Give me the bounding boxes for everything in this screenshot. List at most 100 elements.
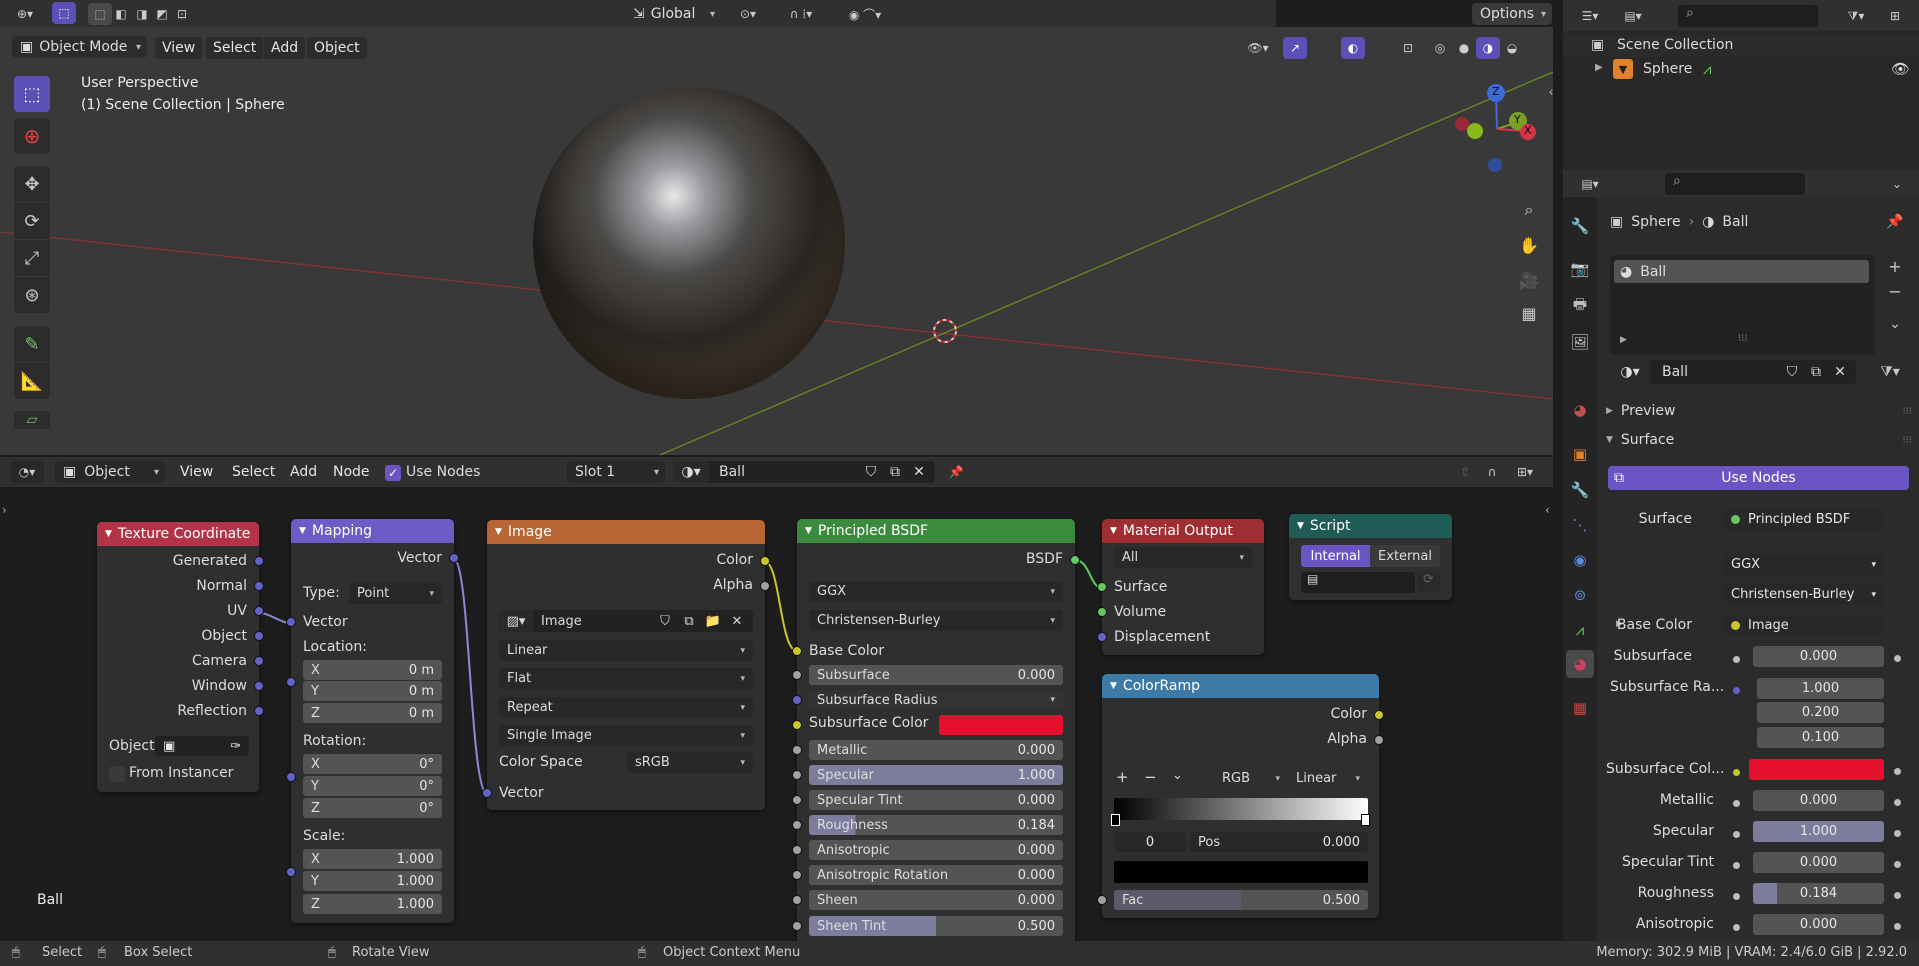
use-nodes-button[interactable]: ⧉ Use Nodes [1608, 466, 1909, 490]
socket[interactable] [792, 921, 802, 931]
annotate-tool-icon[interactable]: ✎ [14, 326, 50, 362]
keyframe-dot[interactable] [1894, 768, 1901, 775]
ramp-stop-black[interactable] [1111, 814, 1120, 826]
editor-type-button[interactable]: ⊕▾ [8, 3, 42, 25]
material-slot-item[interactable]: ◕ Ball [1614, 260, 1869, 283]
script-external-button[interactable]: External [1370, 545, 1440, 567]
socket[interactable] [286, 617, 296, 627]
rotation-x-field[interactable]: X 0° [303, 754, 442, 774]
scale-y-field[interactable]: Y 1.000 [303, 871, 442, 891]
colorramp-node[interactable]: ▼ ColorRamp Color Alpha + − ⌄ RGB ▾ Linear… [1097, 674, 1384, 918]
mapping-type-dropdown[interactable]: Point ▾ [349, 583, 442, 604]
shader-type-dropdown[interactable]: ▣ Object ▾ [55, 461, 165, 483]
render-tab-icon[interactable]: 📷 [1566, 255, 1594, 283]
unlink-icon[interactable]: ✕ [1828, 364, 1852, 380]
socket[interactable] [760, 556, 770, 566]
socket[interactable] [792, 770, 802, 780]
script-text-field[interactable]: ▤ [1301, 572, 1415, 593]
node-menu-node[interactable]: Node [326, 461, 377, 483]
socket[interactable] [792, 646, 802, 656]
outliner-row-sphere[interactable]: ▶ ▼ Sphere ⩘ 👁 [1563, 59, 1919, 81]
metallic-input[interactable]: Metallic 0.000 [809, 740, 1063, 760]
mapping-header[interactable]: ▼ Mapping [291, 519, 454, 543]
ramp-stop-color[interactable] [1114, 861, 1368, 883]
measure-tool-icon[interactable]: 📐 [14, 363, 50, 399]
socket[interactable] [792, 795, 802, 805]
socket[interactable] [792, 845, 802, 855]
subsurface-color-socket[interactable] [1733, 769, 1740, 776]
subsurface-socket[interactable] [1733, 656, 1740, 663]
image-header[interactable]: ▼ Image [487, 520, 765, 544]
output-header[interactable]: ▼ Material Output [1102, 519, 1264, 543]
material-name-field[interactable]: Ball [1650, 364, 1780, 380]
metallic-field[interactable]: 0.000 [1753, 790, 1884, 811]
distribution-dropdown[interactable]: GGX ▾ [1723, 554, 1884, 575]
select-tool-icon[interactable]: ⬚ [52, 2, 76, 24]
tool-tab-icon[interactable]: 🔧 [1566, 212, 1594, 240]
move-tool-icon[interactable]: ✥ [14, 166, 50, 202]
subsurface-field[interactable]: 0.000 [1753, 646, 1884, 667]
subsurface-radius-z[interactable]: 0.100 [1757, 727, 1884, 748]
xray-icon[interactable]: ⊡ [1396, 37, 1420, 59]
viewport-3d[interactable]: User Perspective (1) Scene Collection | … [0, 27, 1553, 455]
sss-method-dropdown[interactable]: Christensen-Burley ▾ [1723, 584, 1884, 605]
socket[interactable] [792, 895, 802, 905]
socket[interactable] [792, 670, 802, 680]
zoom-icon[interactable]: ⌕ [1516, 197, 1542, 223]
from-instancer-checkbox[interactable] [109, 766, 125, 782]
socket[interactable] [792, 720, 802, 730]
duplicate-icon[interactable]: ⧉ [1804, 364, 1828, 380]
socket[interactable] [1374, 710, 1384, 720]
script-node[interactable]: ▼ Script Internal External ▤ ⟳ [1289, 514, 1452, 600]
socket[interactable] [254, 631, 264, 641]
shading-solid-icon[interactable]: ● [1452, 37, 1476, 59]
expand-arrow-icon[interactable]: ▶ [1595, 62, 1603, 73]
scale-z-field[interactable]: Z 1.000 [303, 894, 442, 914]
properties-editor-type-icon[interactable]: ▤▾ [1573, 173, 1607, 195]
texture-coordinate-node[interactable]: ▼ Texture Coordinate Generated Normal UV … [97, 522, 264, 792]
keyframe-dot[interactable] [1894, 923, 1901, 930]
socket[interactable] [286, 867, 296, 877]
outliner-filter-icon[interactable]: ⧩▾ [1838, 5, 1874, 27]
modifier-tab-icon[interactable]: 🔧 [1566, 476, 1594, 504]
select-mode-intersect-icon[interactable]: ⊡ [170, 3, 194, 25]
collapse-arrow-icon[interactable]: ‹ [1545, 82, 1553, 102]
fake-user-icon[interactable]: ⛉ [1780, 364, 1804, 380]
world-tab-icon[interactable]: ▣ [1566, 440, 1594, 468]
keyframe-dot[interactable] [1894, 830, 1901, 837]
overlay-toggle-icon[interactable]: ◐ [1341, 37, 1365, 59]
snap-icon[interactable]: ∩ ⁞▾ [777, 3, 825, 25]
specular-tint-field[interactable]: 0.000 [1753, 852, 1884, 873]
ramp-menu-icon[interactable]: ⌄ [1172, 768, 1183, 783]
subsurface-radius-x[interactable]: 1.000 [1757, 678, 1884, 699]
preview-panel-header[interactable]: ▶ Preview ⁝⁝⁝ [1606, 401, 1912, 421]
shading-rendered-icon[interactable]: ◒ [1500, 37, 1524, 59]
node-pin-icon[interactable]: 📌 [944, 461, 968, 483]
surface-panel-header[interactable]: ▼ Surface ⁝⁝⁝ [1606, 430, 1912, 450]
node-menu-view[interactable]: View [173, 461, 220, 483]
list-expand-icon[interactable]: ▶ [1620, 335, 1627, 345]
image-datablock[interactable]: ▨▾ Image ⛉ ⧉ 📁 ✕ [499, 610, 753, 632]
particles-tab-icon[interactable]: ⋱ [1566, 511, 1594, 539]
transform-orientation-dropdown[interactable]: ⇲ Global ▾ [625, 3, 721, 25]
ortho-grid-icon[interactable]: ▦ [1516, 300, 1542, 326]
principled-bsdf-node[interactable]: ▼ Principled BSDF BSDF GGX ▾ Christensen-B… [792, 519, 1080, 941]
surface-shader-field[interactable]: Principled BSDF [1723, 509, 1884, 530]
gizmo-toggle-icon[interactable]: ↗ [1283, 37, 1307, 59]
ramp-index-field[interactable]: 0 [1114, 832, 1186, 852]
subsurface-input[interactable]: Subsurface 0.000 [809, 665, 1063, 685]
view-layer-tab-icon[interactable]: 🖼 [1566, 328, 1594, 356]
object-mode-dropdown[interactable]: ▣ Object Mode ▾ [12, 36, 147, 58]
socket[interactable] [254, 656, 264, 666]
sheen-input[interactable]: Sheen 0.000 [809, 890, 1063, 910]
properties-search-input[interactable]: ⌕ [1665, 173, 1805, 195]
node-material-name[interactable]: Ball [709, 464, 859, 480]
material-tab-icon[interactable]: ◕ [1566, 650, 1594, 678]
image-unlink-icon[interactable]: ✕ [725, 614, 749, 629]
node-unlink-icon[interactable]: ✕ [907, 464, 931, 480]
anisotropic-socket[interactable] [1733, 924, 1740, 931]
viewport-menu-view[interactable]: View [155, 37, 203, 59]
pivot-icon[interactable]: ⊙▾ [730, 3, 766, 25]
viewport-menu-add[interactable]: Add [264, 37, 306, 59]
socket[interactable] [1097, 582, 1107, 592]
